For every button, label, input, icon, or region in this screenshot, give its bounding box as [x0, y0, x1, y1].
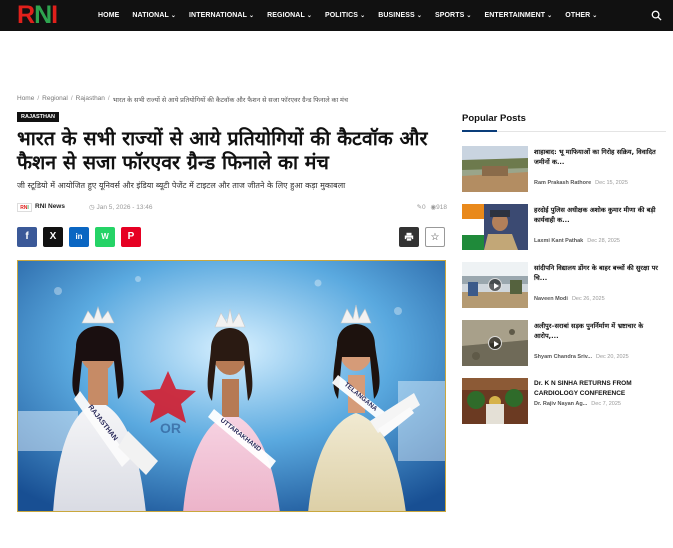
author-name[interactable]: RNI News — [35, 203, 65, 210]
chevron-down-icon: ⌄ — [360, 13, 366, 19]
popular-posts-title: Popular Posts — [462, 113, 526, 124]
post-meta: Shyam Chandra Sriv... Dec 20, 2025 — [534, 354, 629, 360]
post-meta: Laxmi Kant Pathak Dec 28, 2025 — [534, 238, 620, 244]
chevron-down-icon: ⌄ — [416, 13, 422, 19]
article-headline: भारत के सभी राज्यों से आये प्रतियोगियों … — [17, 127, 428, 174]
post-thumbnail[interactable] — [462, 262, 528, 308]
breadcrumb-state[interactable]: Rajasthan — [76, 95, 105, 104]
popular-post-item[interactable]: Dr. K N SINHA RETURNS FROM CARDIOLOGY CO… — [462, 378, 667, 426]
breadcrumb-regional[interactable]: Regional — [42, 95, 68, 104]
chevron-down-icon: ⌄ — [466, 13, 472, 19]
author-avatar: RNI — [17, 203, 32, 212]
nav-other[interactable]: OTHER ⌄ — [565, 12, 597, 19]
x-share-button[interactable]: X — [43, 227, 63, 247]
play-icon[interactable] — [488, 278, 502, 292]
post-title[interactable]: सांदीपनि विद्यालय डोंगर के बाहर बच्चों क… — [534, 263, 667, 283]
chevron-down-icon: ⌄ — [170, 13, 176, 19]
search-icon[interactable] — [651, 10, 662, 21]
popular-post-item[interactable]: हरदोई पुलिस अधीक्षक अशोक कुमार मीणा की ब… — [462, 204, 667, 252]
nav-international[interactable]: INTERNATIONAL ⌄ — [189, 12, 254, 19]
site-logo[interactable]: RNI — [17, 1, 58, 29]
popular-post-item[interactable]: सांदीपनि विद्यालय डोंगर के बाहर बच्चों क… — [462, 262, 667, 310]
nav-sports[interactable]: SPORTS ⌄ — [435, 12, 472, 19]
article-meta: RNI RNI News ◷ Jan 5, 2026 - 13:46 ✎0 ◉9… — [17, 202, 447, 214]
chevron-down-icon: ⌄ — [547, 13, 553, 19]
post-thumbnail[interactable] — [462, 320, 528, 366]
nav-entertainment[interactable]: ENTERTAINMENT ⌄ — [484, 12, 552, 19]
popular-post-item[interactable]: शाहाबाद: भू माफियाओं का गिरोह सक्रिय, वि… — [462, 146, 667, 194]
share-bar: f X in W P ☆ — [17, 227, 445, 247]
post-title[interactable]: Dr. K N SINHA RETURNS FROM CARDIOLOGY CO… — [534, 379, 667, 399]
category-badge[interactable]: RAJASTHAN — [17, 112, 59, 122]
post-meta: Naveen Modi Dec 26, 2025 — [534, 296, 605, 302]
pinterest-share-button[interactable]: P — [121, 227, 141, 247]
post-title[interactable]: शाहाबाद: भू माफियाओं का गिरोह सक्रिय, वि… — [534, 147, 667, 167]
chevron-down-icon: ⌄ — [306, 13, 312, 19]
publish-date: ◷ Jan 5, 2026 - 13:46 — [89, 204, 153, 211]
chevron-down-icon: ⌄ — [248, 13, 255, 19]
facebook-share-button[interactable]: f — [17, 227, 37, 247]
view-count: 918 — [436, 204, 447, 211]
whatsapp-share-button[interactable]: W — [95, 227, 115, 247]
print-icon — [404, 232, 414, 242]
post-meta: Ram Prakash Rathore Dec 15, 2025 — [534, 180, 628, 186]
svg-text:OR: OR — [160, 420, 181, 436]
comment-count: 0 — [422, 204, 426, 211]
breadcrumb-current: भारत के सभी राज्यों से आये प्रतियोगियों … — [112, 97, 348, 104]
nav-business[interactable]: BUSINESS ⌄ — [378, 12, 422, 19]
nav-home[interactable]: HOME — [98, 12, 119, 19]
post-title[interactable]: हरदोई पुलिस अधीक्षक अशोक कुमार मीणा की ब… — [534, 205, 667, 225]
post-meta: Dr. Rajiv Nayan Ag... Dec 7, 2025 — [534, 401, 621, 407]
popular-post-item[interactable]: अलीपुर–सराबां सड़क पुनर्निर्माण में भ्रष… — [462, 320, 667, 368]
nav-politics[interactable]: POLITICS ⌄ — [325, 12, 365, 19]
post-title[interactable]: अलीपुर–सराबां सड़क पुनर्निर्माण में भ्रष… — [534, 321, 667, 341]
nav-national[interactable]: NATIONAL ⌄ — [132, 12, 176, 19]
popular-posts-accent — [462, 130, 497, 132]
breadcrumb-home[interactable]: Home — [17, 95, 34, 104]
post-thumbnail[interactable] — [462, 146, 528, 192]
print-button[interactable] — [399, 227, 419, 247]
post-thumbnail[interactable] — [462, 378, 528, 424]
top-navbar: RNI HOME NATIONAL ⌄ INTERNATIONAL ⌄ REGION… — [0, 0, 673, 31]
play-icon[interactable] — [488, 336, 502, 350]
pageant-winners-photo: OR RAJASTHAN UTTARAKHAND TELANGANA — [18, 261, 445, 511]
star-icon: ☆ — [430, 232, 440, 243]
article-stats: ✎0 ◉918 — [417, 203, 447, 211]
nav-regional[interactable]: REGIONAL ⌄ — [267, 12, 312, 19]
chevron-down-icon: ⌄ — [592, 13, 598, 19]
main-nav: HOME NATIONAL ⌄ INTERNATIONAL ⌄ REGIONAL ⌄ … — [98, 0, 610, 31]
linkedin-share-button[interactable]: in — [69, 227, 89, 247]
article-subheadline: जी स्टूडियो में आयोजित हुए यूनिवर्स और इ… — [17, 181, 346, 190]
post-thumbnail[interactable] — [462, 204, 528, 250]
bookmark-button[interactable]: ☆ — [425, 227, 445, 247]
article-hero-image: OR RAJASTHAN UTTARAKHAND TELANGANA — [17, 260, 446, 512]
breadcrumb: Home / Regional / Rajasthan / भारत के सभी र… — [17, 95, 348, 104]
